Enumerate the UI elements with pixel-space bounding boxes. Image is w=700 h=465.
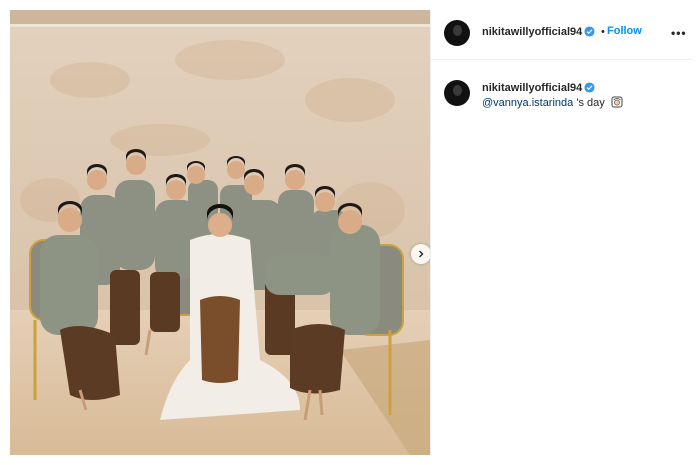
- avatar[interactable]: [444, 20, 470, 46]
- separator-dot: •: [601, 26, 605, 38]
- verified-badge-icon: [584, 82, 595, 93]
- more-options-icon[interactable]: •••: [671, 26, 687, 40]
- verified-badge-icon: [584, 26, 595, 37]
- post-header: nikitawillyofficial94 • Follow •••: [431, 10, 693, 60]
- mention-link[interactable]: @vannya.istarinda: [482, 97, 573, 109]
- post-author-username[interactable]: nikitawillyofficial94: [482, 26, 582, 38]
- caption-username[interactable]: nikitawillyofficial94: [482, 82, 582, 94]
- caption-text: @vannya.istarinda 's day: [482, 96, 623, 109]
- avatar[interactable]: [444, 80, 470, 106]
- caption-suffix: 's day: [573, 97, 605, 109]
- next-photo-button[interactable]: [411, 244, 430, 264]
- bride-emoji-icon: [611, 96, 623, 108]
- bridal-party-photo: [10, 10, 430, 455]
- post-details-panel: nikitawillyofficial94 • Follow ••• nikit…: [430, 10, 693, 455]
- follow-button[interactable]: Follow: [607, 25, 642, 37]
- instagram-post-window: nikitawillyofficial94 • Follow ••• nikit…: [0, 0, 700, 465]
- chevron-right-icon: [419, 250, 424, 258]
- bottom-strip: [0, 455, 700, 465]
- post-photo[interactable]: [10, 10, 430, 455]
